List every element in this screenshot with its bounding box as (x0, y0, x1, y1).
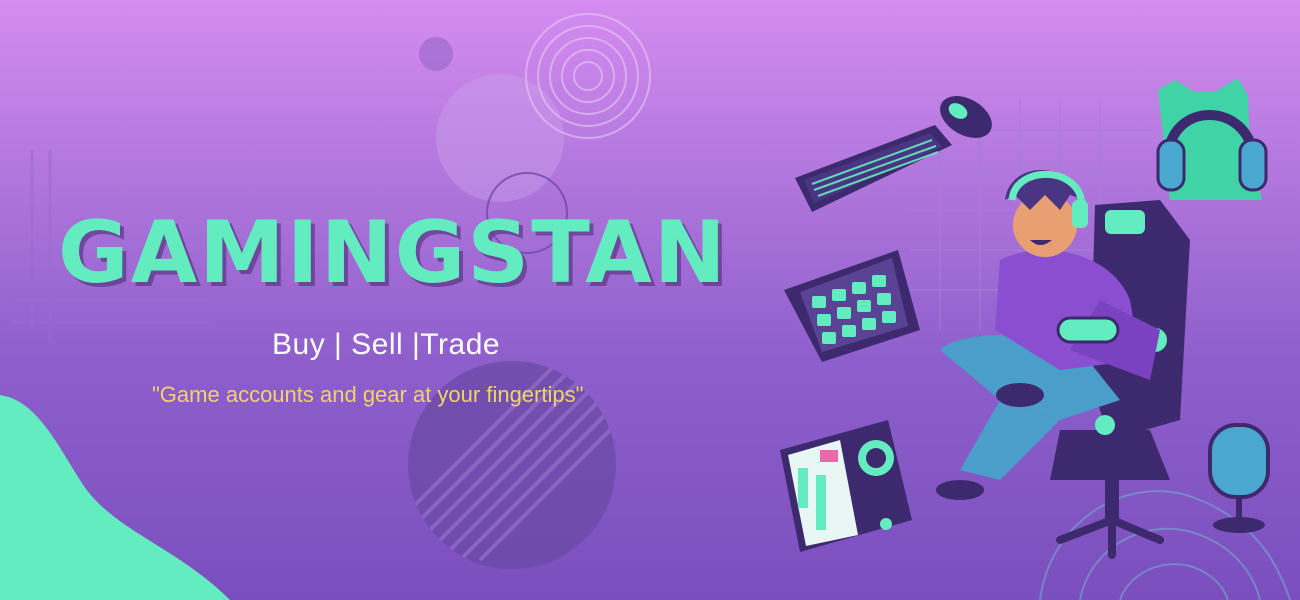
gamingstan-banner: GAMINGSTAN Buy | Sell |Trade "Game accou… (0, 0, 1300, 600)
brand-tagline: Buy | Sell |Trade (272, 328, 501, 361)
headphones-icon (1156, 78, 1268, 200)
gamer-illustration (780, 78, 1270, 559)
microphone-icon (1208, 423, 1270, 533)
brand-slogan: "Game accounts and gear at your fingerti… (152, 382, 584, 407)
brand-title: GAMINGSTAN (58, 203, 728, 303)
stream-deck-icon (784, 250, 920, 362)
pc-tower-icon (780, 420, 912, 552)
keyboard-icon (795, 125, 952, 212)
